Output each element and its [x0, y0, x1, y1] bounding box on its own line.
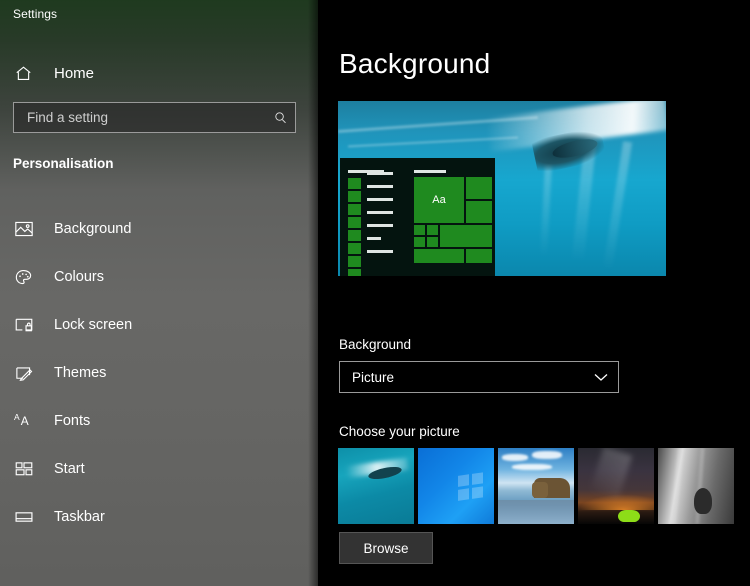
background-field-label: Background [339, 337, 412, 352]
sidebar-item-lock-screen-label: Lock screen [54, 317, 133, 333]
sidebar-item-taskbar-label: Taskbar [54, 509, 105, 525]
brush-icon [14, 361, 40, 385]
start-menu-app-list [348, 178, 361, 276]
palette-icon [14, 265, 40, 289]
background-dropdown[interactable]: Picture [339, 361, 619, 393]
start-tile [466, 201, 492, 223]
sidebar-nav: Background Colours Lock screen Themes A … [0, 205, 318, 541]
sidebar-item-lock-screen[interactable]: Lock screen [0, 301, 318, 349]
start-tile [466, 177, 492, 199]
app-square [348, 256, 361, 267]
sidebar-item-fonts[interactable]: A A Fonts [0, 397, 318, 445]
picture-thumbnail-list [338, 448, 734, 524]
start-tile-small [414, 237, 425, 247]
home-icon [14, 62, 40, 84]
start-tile-bottom [466, 249, 492, 263]
search-box[interactable] [13, 102, 296, 133]
thumbnail-windows-logo-blue[interactable] [418, 448, 494, 524]
thumbnail-underwater-swimmer[interactable] [338, 448, 414, 524]
desktop-preview: Aa [338, 101, 666, 276]
app-square [348, 243, 361, 254]
sidebar-item-colours-label: Colours [54, 269, 104, 285]
app-square [348, 204, 361, 215]
start-tile-large: Aa [414, 177, 464, 223]
sidebar-item-themes-label: Themes [54, 365, 107, 381]
app-label-line [367, 224, 393, 227]
search-input[interactable] [14, 110, 265, 125]
thumbnail-night-sky-tent[interactable] [578, 448, 654, 524]
sidebar-item-fonts-label: Fonts [54, 413, 91, 429]
search-icon[interactable] [265, 110, 295, 125]
start-tiles-icon [14, 457, 40, 481]
sidebar-item-taskbar[interactable]: Taskbar [0, 493, 318, 541]
main-content: Background Aa Background Picture Choose … [318, 0, 750, 586]
start-menu-tiles: Aa [414, 177, 492, 276]
app-square [348, 230, 361, 241]
app-square [348, 178, 361, 189]
sidebar-section-header: Personalisation [13, 156, 114, 171]
background-dropdown-value: Picture [352, 369, 395, 385]
app-square [348, 217, 361, 228]
start-menu-app-labels [367, 172, 395, 263]
start-menu-group-header [414, 170, 446, 173]
lock-screen-icon [14, 313, 40, 337]
taskbar-icon [14, 505, 40, 529]
app-label-line [367, 185, 393, 188]
browse-button[interactable]: Browse [339, 532, 433, 564]
app-label-line [367, 250, 393, 253]
start-tile-small [427, 237, 438, 247]
app-label-line [367, 198, 393, 201]
choose-picture-label: Choose your picture [339, 424, 460, 439]
sidebar-item-themes[interactable]: Themes [0, 349, 318, 397]
app-square [348, 191, 361, 202]
thumbnail-beach-sea-stack[interactable] [498, 448, 574, 524]
settings-window: Settings Home Personalisation [0, 0, 750, 586]
page-title: Background [339, 48, 491, 79]
app-label-line [367, 237, 381, 240]
preview-start-menu: Aa [340, 158, 495, 276]
svg-text:A: A [21, 414, 29, 428]
sidebar-item-colours[interactable]: Colours [0, 253, 318, 301]
sidebar-item-start-label: Start [54, 461, 85, 477]
window-title: Settings [13, 7, 58, 21]
chevron-down-icon[interactable] [584, 373, 618, 382]
app-square [348, 269, 361, 276]
sidebar: Settings Home Personalisation [0, 0, 318, 586]
preview-light-ray [602, 141, 633, 271]
svg-text:A: A [14, 412, 20, 422]
windows-logo-icon [458, 472, 484, 502]
start-tile-small [427, 225, 438, 235]
thumbnail-grey-rock-face[interactable] [658, 448, 734, 524]
app-label-line [367, 211, 393, 214]
sidebar-item-home[interactable]: Home [0, 58, 318, 88]
start-tile-bottom [414, 249, 464, 263]
start-tile-small [414, 225, 425, 235]
sidebar-item-background[interactable]: Background [0, 205, 318, 253]
sidebar-item-start[interactable]: Start [0, 445, 318, 493]
image-icon [14, 217, 40, 241]
font-icon: A A [14, 409, 40, 433]
start-tile-wide [440, 225, 492, 247]
app-label-line [367, 172, 393, 175]
sidebar-item-background-label: Background [54, 221, 132, 237]
sidebar-item-home-label: Home [54, 64, 95, 82]
